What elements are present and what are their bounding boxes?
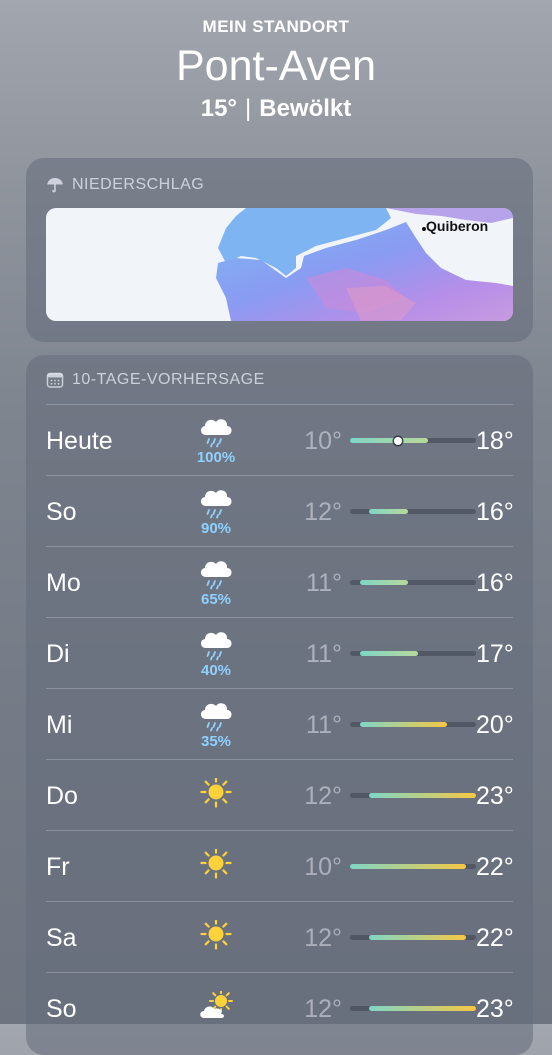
rain-cloud-icon <box>196 484 236 520</box>
precipitation-map[interactable]: Quiberon <box>46 208 513 321</box>
low-temp: 10° <box>304 853 342 881</box>
rain-cloud-icon <box>196 555 236 591</box>
map-place-label: Quiberon <box>426 218 489 234</box>
calendar-icon <box>46 371 64 389</box>
temp-range-fill <box>350 438 428 443</box>
rain-cloud-icon <box>196 626 236 662</box>
precip-probability: 100% <box>196 449 236 466</box>
temp-range-fill <box>350 864 467 869</box>
rain-cloud-icon <box>196 697 236 733</box>
temp-range-fill <box>369 1006 476 1011</box>
temp-range-fill <box>369 935 467 940</box>
low-temp: 12° <box>304 498 342 526</box>
sun-icon <box>196 847 236 885</box>
temp-range-bar <box>350 935 476 940</box>
forecast-row-3[interactable]: Di 40% 11° 17° <box>46 617 514 688</box>
precip-probability: 35% <box>200 733 232 750</box>
high-temp: 23° <box>476 995 514 1023</box>
temp-range-fill <box>369 793 476 798</box>
sun-icon <box>196 918 236 956</box>
day-label: Do <box>46 782 78 810</box>
forecast-row-1[interactable]: So 90% 12° 16° <box>46 475 514 546</box>
day-label: Mo <box>46 569 81 597</box>
city-name: Pont-Aven <box>175 42 376 90</box>
low-temp: 11° <box>306 640 342 668</box>
day-label: Heute <box>46 427 113 455</box>
precip-probability: 65% <box>200 591 232 608</box>
forecast-row-6[interactable]: Fr 10° 22° <box>46 830 514 901</box>
low-temp: 10° <box>304 427 342 455</box>
high-temp: 16° <box>476 498 514 526</box>
precipitation-title: NIEDERSCHLAG <box>46 176 204 194</box>
forecast-row-8[interactable]: So 12° 23° <box>46 972 514 1043</box>
forecast-title-text: 10-TAGE-VORHERSAGE <box>72 371 265 388</box>
temp-range-bar <box>350 651 476 656</box>
temp-range-fill <box>359 580 409 585</box>
day-label: Fr <box>46 853 70 881</box>
temp-range-fill <box>359 651 418 656</box>
high-temp: 23° <box>476 782 514 810</box>
forecast-row-0[interactable]: Heute 100% 10° 18° <box>46 404 514 475</box>
temp-range-fill <box>359 722 447 727</box>
location-label: MEIN STANDORT <box>202 17 350 36</box>
forecast-row-4[interactable]: Mi 35% 11° 20° <box>46 688 514 759</box>
temp-range-bar <box>350 436 476 445</box>
sun-icon <box>196 776 236 814</box>
low-temp: 12° <box>304 995 342 1023</box>
precipitation-card[interactable]: NIEDERSCHLAG Quiberon <box>26 158 533 342</box>
current-temp-indicator <box>394 436 403 445</box>
high-temp: 18° <box>476 427 514 455</box>
condition-text: Bewölkt <box>259 95 352 122</box>
low-temp: 11° <box>306 569 342 597</box>
low-temp: 12° <box>304 924 342 952</box>
temp-range-bar <box>350 509 476 514</box>
forecast-title: 10-TAGE-VORHERSAGE <box>46 371 265 389</box>
forecast-row-2[interactable]: Mo 65% 11° 16° <box>46 546 514 617</box>
day-label: Sa <box>46 924 77 952</box>
forecast-list: Heute 100% 10° 18° So 90% 12° 16° Mo 65% 11° 16° … <box>46 404 514 1043</box>
day-label: So <box>46 995 77 1023</box>
precip-probability: 90% <box>200 520 232 537</box>
temp-range-bar <box>350 793 476 798</box>
temp-range-bar <box>350 580 476 585</box>
temp-range-bar <box>350 864 476 869</box>
high-temp: 22° <box>476 924 514 952</box>
temp-range-bar <box>350 1006 476 1011</box>
temp-range-fill <box>369 509 409 514</box>
forecast-row-5[interactable]: Do 12° 23° <box>46 759 514 830</box>
low-temp: 12° <box>304 782 342 810</box>
high-temp: 17° <box>476 640 514 668</box>
day-label: So <box>46 498 77 526</box>
temp-range-bar <box>350 722 476 727</box>
partly-cloudy-icon <box>196 989 236 1027</box>
forecast-row-7[interactable]: Sa 12° 22° <box>46 901 514 972</box>
umbrella-icon <box>46 176 64 194</box>
current-conditions: 15° | Bewölkt <box>0 95 552 123</box>
day-label: Mi <box>46 711 73 739</box>
forecast-card: 10-TAGE-VORHERSAGE Heute 100% 10° 18° So 90%… <box>26 355 533 1055</box>
separator: | <box>245 95 252 122</box>
high-temp: 16° <box>476 569 514 597</box>
low-temp: 11° <box>306 711 342 739</box>
high-temp: 20° <box>476 711 514 739</box>
high-temp: 22° <box>476 853 514 881</box>
current-temperature: 15° <box>200 95 238 122</box>
precip-probability: 40% <box>200 662 232 679</box>
day-label: Di <box>46 640 70 668</box>
rain-cloud-icon <box>196 413 236 449</box>
precipitation-title-text: NIEDERSCHLAG <box>72 176 205 193</box>
